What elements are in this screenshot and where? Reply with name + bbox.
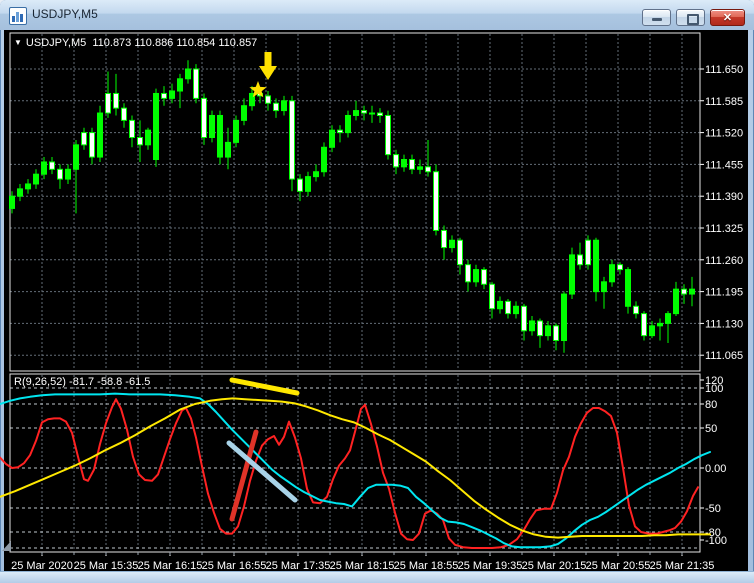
- window-bottom-border: [0, 571, 754, 583]
- minimize-icon: [652, 18, 662, 21]
- title-bar[interactable]: USDJPY,M5 ✕: [0, 0, 754, 30]
- symbol-dropdown-icon[interactable]: ▼: [14, 38, 22, 47]
- ohlc-text: USDJPY,M5 110.873 110.886 110.854 110.85…: [25, 37, 258, 49]
- close-button[interactable]: ✕: [710, 9, 745, 26]
- chart-app-icon: [9, 7, 27, 25]
- chart-client-area[interactable]: [4, 30, 748, 572]
- indicator-readout: R(9,26,52) -81.7 -58.8 -61.5: [14, 376, 150, 388]
- metatrader-chart-window: USDJPY,M5 ✕ 111.650 111.585 111.520 111.455…: [0, 0, 754, 583]
- ohlc-readout: ▼ USDJPY,M5 110.873 110.886 110.854 110.8…: [14, 37, 257, 49]
- indicator-label: R(9,26,52): [14, 376, 66, 388]
- maximize-icon: [687, 14, 699, 25]
- indicator-values: -81.7 -58.8 -61.5: [69, 376, 151, 388]
- minimize-button[interactable]: [642, 9, 671, 26]
- maximize-button[interactable]: [676, 9, 705, 26]
- window-title: USDJPY,M5: [32, 7, 98, 21]
- close-icon: ✕: [722, 12, 733, 24]
